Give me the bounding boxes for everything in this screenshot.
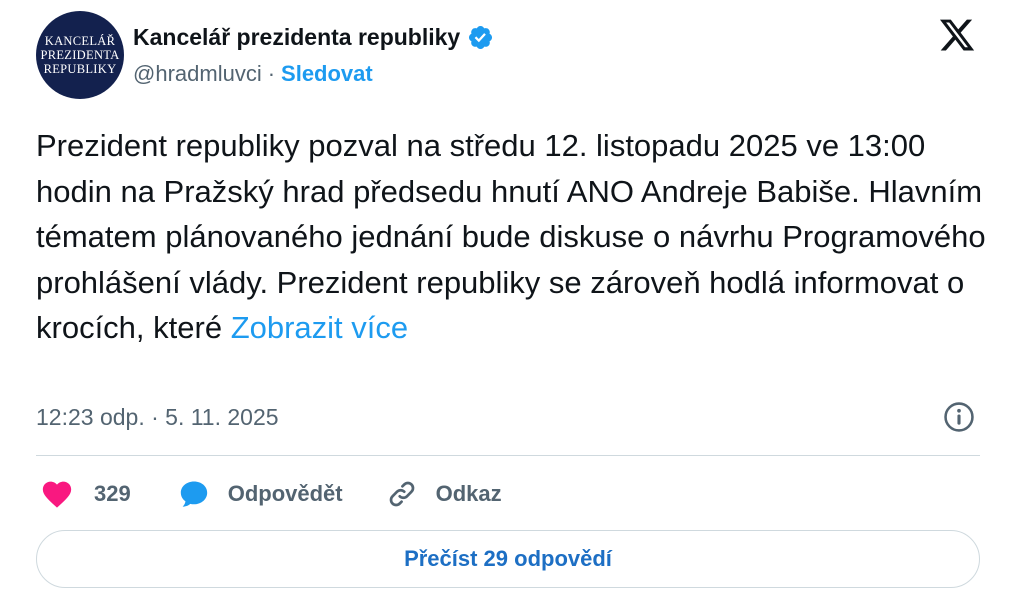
- link-label: Odkaz: [435, 481, 502, 506]
- reply-bubble-icon: [177, 477, 211, 511]
- author-block: Kancelář prezidenta republiky @hradmluvc…: [133, 20, 494, 87]
- read-replies-label: Přečíst 29 odpovědí: [404, 546, 612, 571]
- like-button[interactable]: 329: [40, 477, 131, 511]
- x-logo-icon[interactable]: [936, 16, 978, 54]
- reply-button[interactable]: Odpovědět: [177, 477, 343, 511]
- divider: [36, 455, 980, 456]
- name-row: Kancelář prezidenta republiky: [133, 20, 494, 54]
- avatar-text-line-1: KANCELÁŘ: [44, 34, 116, 48]
- link-icon: [385, 477, 419, 511]
- timestamp[interactable]: 12:23 odp. · 5. 11. 2025: [36, 404, 279, 431]
- verified-badge-icon[interactable]: [467, 24, 494, 51]
- tweet-meta: 12:23 odp. · 5. 11. 2025: [36, 400, 976, 434]
- tweet-card: KANCELÁŘ PREZIDENTA REPUBLIKY Kancelář p…: [0, 0, 1024, 603]
- like-count: 329: [94, 481, 131, 506]
- reply-label: Odpovědět: [227, 481, 343, 506]
- tweet-body: Prezident republiky pozval na středu 12.…: [36, 128, 986, 345]
- user-handle[interactable]: @hradmluvci: [133, 61, 262, 87]
- separator-dot: ·: [267, 61, 276, 86]
- show-more-link[interactable]: Zobrazit více: [231, 310, 408, 345]
- copy-link-button[interactable]: Odkaz: [385, 477, 502, 511]
- avatar-text-line-2: PREZIDENTA: [40, 48, 120, 62]
- tweet-text: Prezident republiky pozval na středu 12.…: [36, 123, 996, 351]
- display-name[interactable]: Kancelář prezidenta republiky: [133, 24, 460, 51]
- handle-row: @hradmluvci · Sledovat: [133, 61, 494, 87]
- avatar-text-line-3: REPUBLIKY: [43, 62, 117, 76]
- avatar[interactable]: KANCELÁŘ PREZIDENTA REPUBLIKY: [36, 11, 124, 99]
- read-replies-button[interactable]: Přečíst 29 odpovědí: [36, 530, 980, 588]
- follow-button[interactable]: Sledovat: [281, 61, 373, 87]
- info-icon[interactable]: [942, 400, 976, 434]
- heart-icon: [40, 477, 74, 511]
- action-bar: 329 Odpovědět Odkaz: [40, 474, 502, 514]
